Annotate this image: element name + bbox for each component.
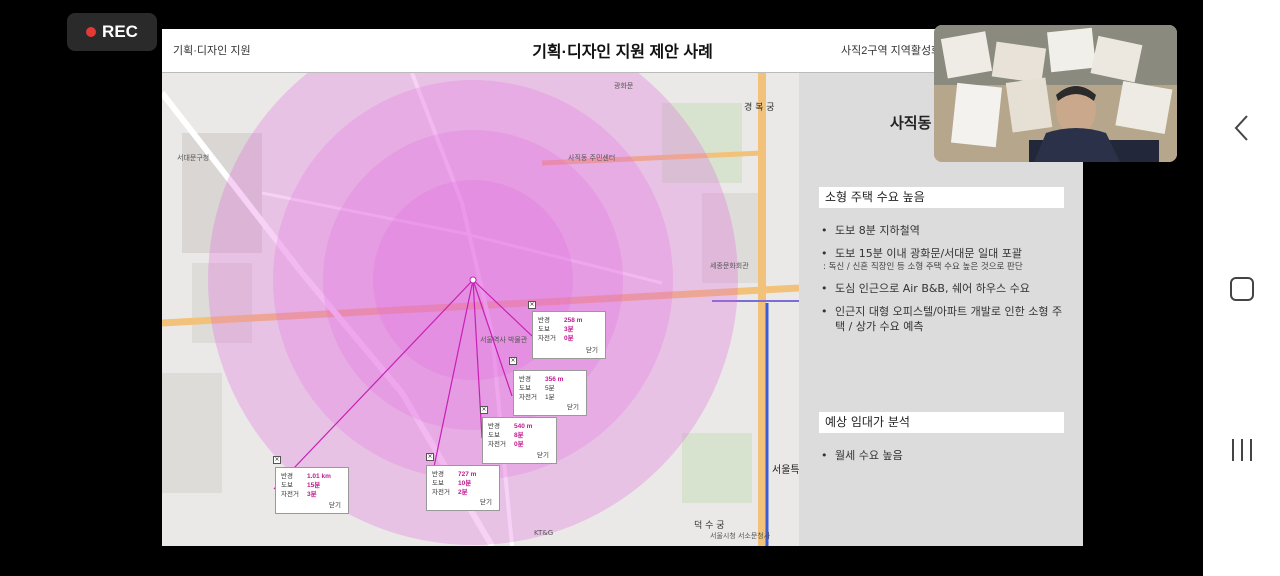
record-dot-icon [86,27,97,37]
home-button[interactable] [1203,259,1280,319]
presenter-video-image [934,25,1177,162]
bullet-subnote: : 독신 / 신혼 직장인 등 소형 주택 수요 높은 것으로 판단 [823,262,1023,272]
distance-callout: 반경 356 m 도보 5분 자전거 1분 닫기 [513,370,587,416]
section-title: 소형 주택 수요 높음 [819,187,1064,208]
callout-close-link[interactable]: 닫기 [329,501,341,510]
distance-callout: 반경 727 m 도보 10분 자전거 2분 닫기 [426,465,500,511]
section1-bullets: 도보 8분 지하철역 도보 15분 이내 광화문/서대문 일대 포괄 : 독신 … [821,223,1071,342]
callout-close-link[interactable]: 닫기 [586,346,598,355]
distance-callout: 반경 1.01 km 도보 15분 자전거 3분 닫기 [275,467,349,514]
callout-close-link[interactable]: 닫기 [480,498,492,507]
radius-map[interactable]: 경 복 궁 광화문 서울특 덕 수 궁 서울시청 서소문청사 사직동 주민센터 … [162,73,800,546]
back-button[interactable] [1203,98,1280,158]
chevron-left-icon [1234,115,1248,141]
map-label-seodaemun-office: 서대문구청 [177,154,210,162]
bullet-item: 도보 8분 지하철역 [821,223,1071,238]
android-nav-bar [1203,0,1280,576]
close-icon[interactable]: × [509,357,517,365]
map-label-sajik-center: 사직동 주민센터 [568,154,616,162]
map-label-seoul-station: 서울특 [772,465,800,476]
distance-callout: 반경 258 m 도보 3분 자전거 0분 닫기 [532,311,606,359]
section2-bullets: 월세 수요 높음 [821,448,1071,471]
header-right-label: 사직2구역 지역활성화 [841,45,942,57]
recording-indicator[interactable]: REC [67,13,157,51]
rounded-square-icon [1229,277,1254,301]
bullet-item: 도보 15분 이내 광화문/서대문 일대 포괄 : 독신 / 신혼 직장인 등 … [821,246,1071,273]
close-icon[interactable]: × [528,301,536,309]
callout-close-link[interactable]: 닫기 [567,403,579,412]
bullet-item: 월세 수요 높음 [821,448,1071,463]
bullet-item: 인근지 대형 오피스텔/아파트 개발로 인한 소형 주택 / 상가 수요 예측 [821,304,1071,334]
recording-label: REC [102,22,138,41]
three-bars-icon [1231,439,1252,461]
close-icon[interactable]: × [426,453,434,461]
map-label-city-hall: 서울시청 서소문청사 [710,532,771,540]
callout-close-link[interactable]: 닫기 [537,451,549,460]
section-title: 예상 임대가 분석 [819,412,1064,433]
map-label-ktg: KT&G [534,529,554,537]
webcam-video[interactable] [934,25,1177,162]
map-label-sejong: 세종문화회관 [710,262,749,270]
distance-callout: 반경 540 m 도보 8분 자전거 0분 닫기 [482,417,557,464]
map-label-gyeongbok: 경 복 궁 [744,103,775,113]
recents-button[interactable] [1203,420,1280,480]
close-icon[interactable]: × [273,456,281,464]
panel-heading: 사직동 [890,114,932,132]
bullet-item: 도심 인근으로 Air B&B, 쉐어 하우스 수요 [821,281,1071,296]
close-icon[interactable]: × [480,406,488,414]
map-label-deoksugung: 덕 수 궁 [694,521,725,531]
map-label-gwanghwamun: 광화문 [614,82,634,90]
map-label-seoul-museum: 서울역사 박물관 [480,336,528,344]
